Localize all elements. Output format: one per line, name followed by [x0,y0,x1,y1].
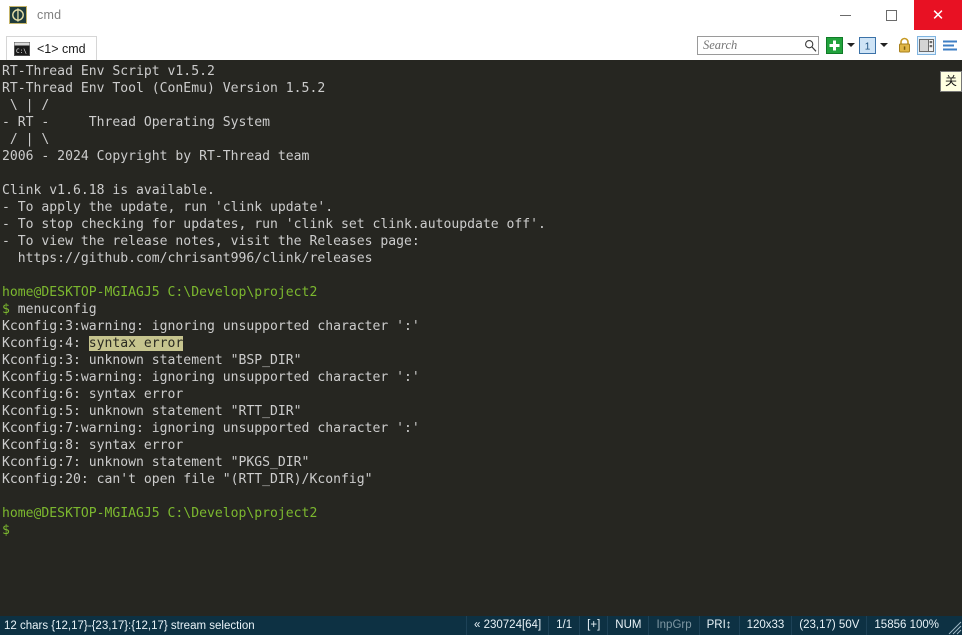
window-title: cmd [37,8,62,22]
svg-text:1: 1 [865,41,871,52]
maximize-button[interactable] [868,0,914,30]
search-input[interactable] [703,37,803,53]
toolbar: 1 [697,32,960,58]
terminal-output[interactable]: RT-Thread Env Script v1.5.2 RT-Thread En… [0,60,962,616]
text-selection[interactable]: syntax error [88,336,184,351]
tab-bar: C:\ <1> cmd Search 1 关 [0,30,962,92]
maximize-icon [885,9,897,21]
terminal-line: Kconfig:8: syntax error [2,438,184,453]
terminal-line: https://github.com/chrisant996/clink/rel… [2,251,373,266]
search-box[interactable] [697,35,819,55]
terminal-line: 2006 - 2024 Copyright by RT-Thread team [2,149,310,164]
new-console-dropdown[interactable] [844,37,857,54]
terminal-line: - RT - Thread Operating System [2,115,271,130]
close-tooltip: 关 [940,71,962,92]
active-console-button[interactable]: 1 [859,36,876,54]
tab-label: <1> cmd [37,42,86,56]
terminal-prompt-dollar: $ [2,523,10,538]
search-icon[interactable] [803,38,817,52]
terminal-line: Clink v1.6.18 is available. [2,183,215,198]
minimize-button[interactable] [822,0,868,30]
terminal-line: - To stop checking for updates, run 'cli… [2,217,546,232]
terminal-line: RT-Thread Env Script v1.5.2 [2,64,215,79]
terminal-line: \ | / [2,98,50,113]
chevron-down-icon [846,43,855,47]
conemu-window: cmd ✕ C:\ <1> cmd Search 1 关 RT-Thread E… [0,0,962,635]
active-console-dropdown[interactable] [877,37,890,54]
terminal-line: Kconfig:3: unknown statement "BSP_DIR" [2,353,302,368]
title-bar: cmd ✕ [0,0,962,30]
terminal-line-selected[interactable]: Kconfig:4: syntax error [1,335,962,352]
window-controls: ✕ [822,0,962,30]
command-text: menuconfig [9,302,97,317]
split-pane-button[interactable] [917,35,936,55]
lock-button[interactable] [896,37,913,54]
terminal-line: Kconfig:7: unknown statement "PKGS_DIR" [2,455,310,470]
status-num-lock[interactable]: NUM [607,616,648,635]
terminal-prompt-path: home@DESKTOP-MGIAGJ5 C:\Develop\project2 [2,506,318,521]
line-prefix: Kconfig:4: [2,336,89,351]
close-button[interactable]: ✕ [914,0,962,30]
minimize-icon [839,14,851,16]
status-bar: 12 chars {12,17}-{23,17}:{12,17} stream … [0,616,962,635]
terminal-line: Kconfig:3:warning: ignoring unsupported … [2,319,420,334]
terminal-line: Kconfig:20: can't open file "(RTT_DIR)/K… [2,472,373,487]
svg-text:C:\: C:\ [16,48,27,55]
terminal-line: RT-Thread Env Tool (ConEmu) Version 1.5.… [2,81,326,96]
resize-grip[interactable] [948,616,962,635]
status-console-size[interactable]: 120x33 [738,616,792,635]
close-icon: ✕ [931,5,945,24]
status-input-group[interactable]: InpGrp [648,616,698,635]
chevron-down-icon [879,43,888,47]
terminal-line: Kconfig:6: syntax error [2,387,184,402]
terminal-line: Kconfig:5:warning: ignoring unsupported … [2,370,420,385]
terminal-line: - To apply the update, run 'clink update… [2,200,334,215]
status-cells: « 230724[64] 1/1 [+] NUM InpGrp PRI↕ 120… [466,616,962,635]
status-plus[interactable]: [+] [579,616,607,635]
status-console-count[interactable]: 1/1 [548,616,579,635]
menu-button[interactable] [941,37,958,54]
terminal-command-line: $ menuconfig [1,301,962,318]
conemu-icon [8,5,28,25]
terminal-line: Kconfig:7:warning: ignoring unsupported … [2,421,420,436]
new-console-button[interactable] [826,36,843,54]
terminal-line: Kconfig:5: unknown statement "RTT_DIR" [2,404,302,419]
status-priority[interactable]: PRI↕ [698,616,739,635]
status-memory-zoom[interactable]: 15856 100% [866,616,946,635]
status-build[interactable]: « 230724[64] [466,616,548,635]
cmd-console-icon: C:\ [14,42,30,56]
status-cursor-position[interactable]: (23,17) 50V [791,616,866,635]
terminal-prompt-path: home@DESKTOP-MGIAGJ5 C:\Develop\project2 [2,285,318,300]
tab-cmd-1[interactable]: C:\ <1> cmd [6,36,97,61]
terminal-line: / | \ [2,132,50,147]
terminal-line: - To view the release notes, visit the R… [2,234,420,249]
status-selection-info: 12 chars {12,17}-{23,17}:{12,17} stream … [4,619,255,632]
prompt-dollar: $ [2,302,10,317]
